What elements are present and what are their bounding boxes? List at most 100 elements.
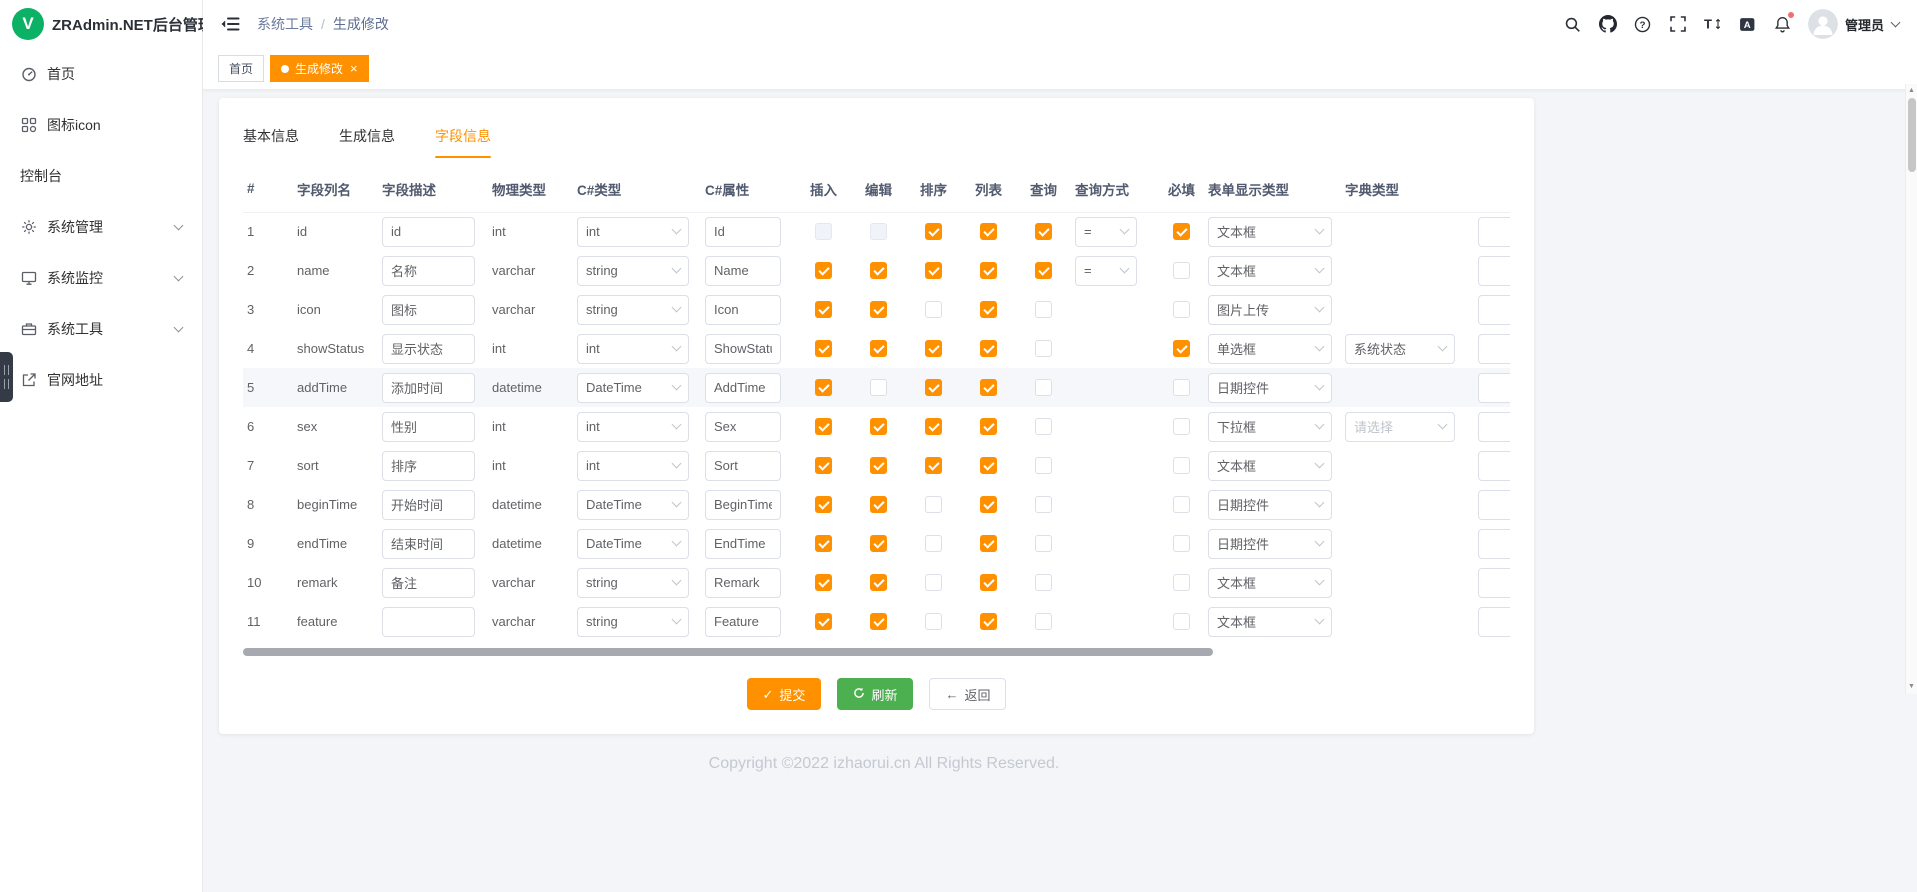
insert-checkbox[interactable] — [815, 457, 832, 474]
cs-attr-input[interactable] — [705, 412, 781, 442]
list-checkbox[interactable] — [980, 340, 997, 357]
language-icon[interactable]: A — [1737, 13, 1759, 35]
tab-generate-info[interactable]: 生成信息 — [339, 118, 395, 158]
display-type-select[interactable]: 文本框 — [1208, 256, 1332, 286]
sort-checkbox[interactable] — [925, 340, 942, 357]
user-name[interactable]: 管理员 — [1845, 15, 1884, 34]
query-checkbox[interactable] — [1035, 496, 1052, 513]
scroll-down-arrow[interactable]: ▼ — [1908, 680, 1915, 694]
list-checkbox[interactable] — [980, 223, 997, 240]
refresh-button[interactable]: 刷新 — [837, 678, 913, 710]
fullscreen-icon[interactable] — [1667, 13, 1689, 35]
overflow-input[interactable] — [1478, 295, 1510, 325]
required-checkbox[interactable] — [1173, 418, 1190, 435]
submit-button[interactable]: ✓ 提交 — [747, 678, 822, 710]
cs-attr-input[interactable] — [705, 451, 781, 481]
sidebar-item-home[interactable]: 首页 — [0, 48, 202, 99]
back-button[interactable]: ← 返回 — [929, 678, 1006, 710]
overflow-input[interactable] — [1478, 568, 1510, 598]
list-checkbox[interactable] — [980, 457, 997, 474]
list-checkbox[interactable] — [980, 379, 997, 396]
column-desc-input[interactable] — [382, 334, 475, 364]
insert-checkbox[interactable] — [815, 223, 832, 240]
edit-checkbox[interactable] — [870, 613, 887, 630]
tag-home[interactable]: 首页 — [218, 55, 264, 82]
insert-checkbox[interactable] — [815, 418, 832, 435]
required-checkbox[interactable] — [1173, 340, 1190, 357]
sort-checkbox[interactable] — [925, 223, 942, 240]
insert-checkbox[interactable] — [815, 262, 832, 279]
overflow-input[interactable] — [1478, 529, 1510, 559]
sort-checkbox[interactable] — [925, 379, 942, 396]
tag-generate-edit[interactable]: 生成修改 × — [270, 55, 369, 82]
overflow-input[interactable] — [1478, 451, 1510, 481]
cs-type-select[interactable]: DateTime — [577, 529, 689, 559]
cs-type-select[interactable]: string — [577, 568, 689, 598]
cs-attr-input[interactable] — [705, 217, 781, 247]
display-type-select[interactable]: 文本框 — [1208, 607, 1332, 637]
list-checkbox[interactable] — [980, 301, 997, 318]
edit-checkbox[interactable] — [870, 379, 887, 396]
edit-checkbox[interactable] — [870, 496, 887, 513]
required-checkbox[interactable] — [1173, 496, 1190, 513]
column-desc-input[interactable] — [382, 529, 475, 559]
column-desc-input[interactable] — [382, 412, 475, 442]
query-checkbox[interactable] — [1035, 418, 1052, 435]
edit-checkbox[interactable] — [870, 418, 887, 435]
scroll-up-arrow[interactable]: ▲ — [1908, 84, 1915, 98]
font-size-icon[interactable]: T — [1702, 13, 1724, 35]
menu-fold-icon[interactable] — [221, 15, 241, 33]
close-icon[interactable]: × — [350, 62, 358, 75]
list-checkbox[interactable] — [980, 262, 997, 279]
sidebar-item-system-tools[interactable]: 系统工具 — [0, 303, 202, 354]
column-desc-input[interactable] — [382, 217, 475, 247]
query-checkbox[interactable] — [1035, 223, 1052, 240]
sort-checkbox[interactable] — [925, 418, 942, 435]
edit-checkbox[interactable] — [870, 340, 887, 357]
required-checkbox[interactable] — [1173, 379, 1190, 396]
required-checkbox[interactable] — [1173, 301, 1190, 318]
query-checkbox[interactable] — [1035, 301, 1052, 318]
chevron-down-icon[interactable] — [1891, 18, 1901, 28]
cs-attr-input[interactable] — [705, 334, 781, 364]
sort-checkbox[interactable] — [925, 262, 942, 279]
list-checkbox[interactable] — [980, 496, 997, 513]
list-checkbox[interactable] — [980, 574, 997, 591]
breadcrumb-section[interactable]: 系统工具 — [257, 14, 313, 34]
column-desc-input[interactable] — [382, 256, 475, 286]
required-checkbox[interactable] — [1173, 262, 1190, 279]
cs-attr-input[interactable] — [705, 490, 781, 520]
insert-checkbox[interactable] — [815, 613, 832, 630]
vertical-scrollbar[interactable]: ▲ ▼ — [1905, 84, 1917, 694]
cs-type-select[interactable]: int — [577, 451, 689, 481]
cs-type-select[interactable]: DateTime — [577, 373, 689, 403]
overflow-input[interactable] — [1478, 412, 1510, 442]
column-desc-input[interactable] — [382, 607, 475, 637]
insert-checkbox[interactable] — [815, 535, 832, 552]
github-icon[interactable] — [1597, 13, 1619, 35]
display-type-select[interactable]: 日期控件 — [1208, 529, 1332, 559]
query-checkbox[interactable] — [1035, 340, 1052, 357]
search-icon[interactable] — [1562, 13, 1584, 35]
overflow-input[interactable] — [1478, 607, 1510, 637]
query-method-select[interactable]: = — [1075, 217, 1137, 247]
list-checkbox[interactable] — [980, 418, 997, 435]
list-checkbox[interactable] — [980, 535, 997, 552]
display-type-select[interactable]: 文本框 — [1208, 217, 1332, 247]
sort-checkbox[interactable] — [925, 301, 942, 318]
insert-checkbox[interactable] — [815, 574, 832, 591]
display-type-select[interactable]: 文本框 — [1208, 451, 1332, 481]
cs-type-select[interactable]: string — [577, 256, 689, 286]
dict-type-select[interactable]: 请选择 — [1345, 412, 1455, 442]
sort-checkbox[interactable] — [925, 535, 942, 552]
column-desc-input[interactable] — [382, 373, 475, 403]
sidebar-item-system-monitor[interactable]: 系统监控 — [0, 252, 202, 303]
sidebar-item-system-manage[interactable]: 系统管理 — [0, 201, 202, 252]
edit-checkbox[interactable] — [870, 223, 887, 240]
insert-checkbox[interactable] — [815, 301, 832, 318]
display-type-select[interactable]: 文本框 — [1208, 568, 1332, 598]
required-checkbox[interactable] — [1173, 535, 1190, 552]
column-desc-input[interactable] — [382, 295, 475, 325]
display-type-select[interactable]: 下拉框 — [1208, 412, 1332, 442]
edit-checkbox[interactable] — [870, 574, 887, 591]
